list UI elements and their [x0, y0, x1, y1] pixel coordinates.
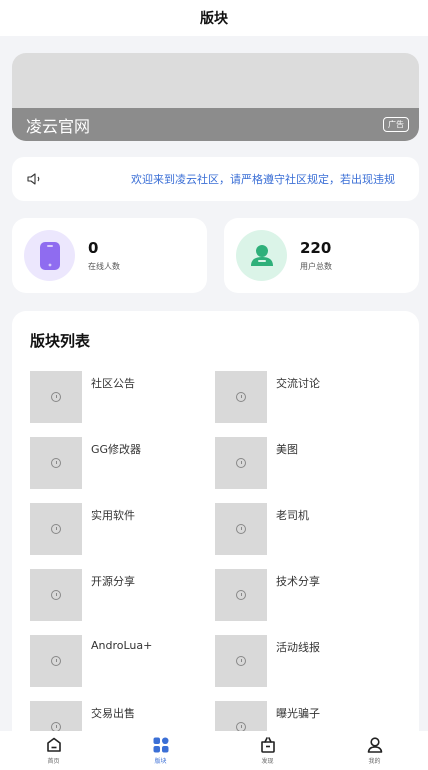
placeholder-icon	[51, 590, 61, 600]
board-thumbnail	[215, 371, 267, 423]
board-thumbnail	[215, 437, 267, 489]
online-count: 0	[88, 239, 99, 257]
board-name: 交流讨论	[276, 377, 320, 390]
board-item[interactable]: 美图	[215, 437, 400, 489]
board-item[interactable]: 交流讨论	[215, 371, 400, 423]
placeholder-icon	[51, 524, 61, 534]
notice-bar[interactable]: 欢迎来到凌云社区，请严格遵守社区规定，若出现违规	[12, 157, 419, 201]
board-list-title: 版块列表	[30, 332, 91, 350]
placeholder-icon	[236, 458, 246, 468]
notice-text: 欢迎来到凌云社区，请严格遵守社区规定，若出现违规	[131, 173, 395, 186]
board-item[interactable]: 交易出售	[30, 701, 215, 731]
total-users-label: 用户总数	[300, 262, 332, 271]
board-name: 社区公告	[91, 377, 135, 390]
placeholder-icon	[51, 392, 61, 402]
board-item[interactable]: GG修改器	[30, 437, 215, 489]
total-users-card: 220 用户总数	[224, 218, 419, 293]
tab-home[interactable]: 首页	[0, 731, 107, 770]
tab-boards-label: 版块	[154, 758, 167, 765]
tab-home-label: 首页	[47, 758, 60, 765]
board-item[interactable]: AndroLua+	[30, 635, 215, 687]
tab-profile-label: 我的	[368, 758, 381, 765]
discover-icon	[260, 737, 275, 753]
banner-caption: 凌云官网 广告	[12, 108, 419, 141]
board-item[interactable]: 开源分享	[30, 569, 215, 621]
board-item[interactable]: 实用软件	[30, 503, 215, 555]
board-item[interactable]: 活动线报	[215, 635, 400, 687]
total-users-count: 220	[300, 239, 332, 257]
page-title: 版块	[200, 11, 228, 27]
board-thumbnail	[30, 701, 82, 731]
placeholder-icon	[236, 722, 246, 731]
placeholder-icon	[51, 458, 61, 468]
board-thumbnail	[215, 701, 267, 731]
placeholder-icon	[236, 590, 246, 600]
board-name: 美图	[276, 443, 298, 456]
phone-icon	[24, 230, 75, 281]
board-thumbnail	[30, 635, 82, 687]
board-item[interactable]: 技术分享	[215, 569, 400, 621]
board-name: 技术分享	[276, 575, 320, 588]
placeholder-icon	[236, 656, 246, 666]
tab-boards[interactable]: 版块	[107, 731, 214, 770]
speaker-icon	[27, 173, 40, 185]
board-name: 曝光骗子	[276, 707, 320, 720]
online-users-card: 0 在线人数	[12, 218, 207, 293]
board-thumbnail	[30, 503, 82, 555]
board-item[interactable]: 曝光骗子	[215, 701, 400, 731]
board-thumbnail	[215, 635, 267, 687]
board-name: 活动线报	[276, 641, 320, 654]
ad-banner[interactable]: 凌云官网 广告	[12, 53, 419, 141]
placeholder-icon	[51, 656, 61, 666]
board-name: 老司机	[276, 509, 309, 522]
placeholder-icon	[236, 524, 246, 534]
tab-profile[interactable]: 我的	[321, 731, 428, 770]
board-name: 交易出售	[91, 707, 135, 720]
tab-discover-label: 发现	[261, 758, 274, 765]
placeholder-icon	[236, 392, 246, 402]
board-thumbnail	[215, 569, 267, 621]
board-name: AndroLua+	[91, 639, 153, 652]
board-item[interactable]: 老司机	[215, 503, 400, 555]
board-thumbnail	[215, 503, 267, 555]
board-item[interactable]: 社区公告	[30, 371, 215, 423]
online-label: 在线人数	[88, 262, 120, 271]
board-thumbnail	[30, 371, 82, 423]
home-icon	[46, 737, 61, 752]
top-bar: 版块	[0, 0, 428, 36]
tab-discover[interactable]: 发现	[214, 731, 321, 770]
placeholder-icon	[51, 722, 61, 731]
profile-icon	[367, 737, 382, 753]
board-name: 实用软件	[91, 509, 135, 522]
board-name: 开源分享	[91, 575, 135, 588]
board-name: GG修改器	[91, 443, 142, 456]
banner-title: 凌云官网	[26, 116, 91, 136]
board-thumbnail	[30, 437, 82, 489]
user-icon	[236, 230, 287, 281]
bottom-tab-bar: 首页 版块 发现 我的	[0, 731, 428, 770]
board-thumbnail	[30, 569, 82, 621]
grid-icon	[153, 737, 168, 753]
ad-badge: 广告	[383, 117, 409, 132]
board-list-section: 版块列表 社区公告 交流讨论 GG修改器 美图 实用软件 老司机 开源分享 技术…	[12, 311, 419, 731]
